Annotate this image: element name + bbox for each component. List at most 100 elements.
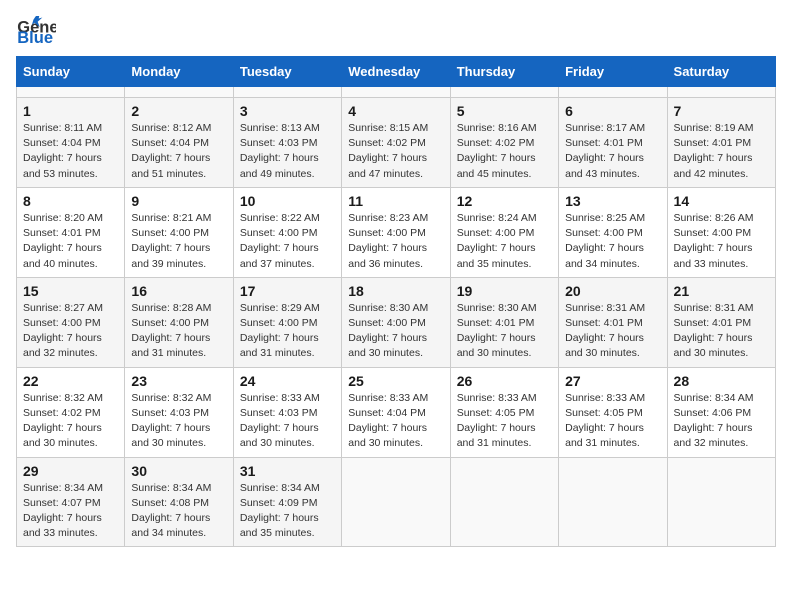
day-number: 1 (23, 103, 118, 119)
calendar-header-row: SundayMondayTuesdayWednesdayThursdayFrid… (17, 57, 776, 87)
column-header-friday: Friday (559, 57, 667, 87)
day-info: Sunrise: 8:30 AMSunset: 4:01 PMDaylight:… (457, 301, 552, 362)
calendar-cell: 23Sunrise: 8:32 AMSunset: 4:03 PMDayligh… (125, 367, 233, 457)
day-info: Sunrise: 8:32 AMSunset: 4:02 PMDaylight:… (23, 391, 118, 452)
calendar-week-row: 22 Sunrise: 8:32 AMSunset: 4:02 PMDayligh… (17, 367, 776, 457)
day-info: Sunrise: 8:30 AMSunset: 4:00 PMDaylight:… (348, 301, 443, 362)
calendar-cell (559, 457, 667, 547)
calendar-cell: 6Sunrise: 8:17 AMSunset: 4:01 PMDaylight… (559, 98, 667, 188)
calendar-cell: 24 Sunrise: 8:33 AMSunset: 4:03 PMDayligh… (233, 367, 341, 457)
day-number: 14 (674, 193, 769, 209)
calendar-cell: 22 Sunrise: 8:32 AMSunset: 4:02 PMDayligh… (17, 367, 125, 457)
day-number: 11 (348, 193, 443, 209)
day-info: Sunrise: 8:25 AMSunset: 4:00 PMDaylight:… (565, 211, 660, 272)
calendar-cell: 15Sunrise: 8:27 AMSunset: 4:00 PMDayligh… (17, 277, 125, 367)
calendar-cell: 30Sunrise: 8:34 AMSunset: 4:08 PMDayligh… (125, 457, 233, 547)
day-number: 25 (348, 373, 443, 389)
day-info: Sunrise: 8:15 AMSunset: 4:02 PMDaylight:… (348, 121, 443, 182)
calendar-cell: 4 Sunrise: 8:15 AMSunset: 4:02 PMDaylight… (342, 98, 450, 188)
calendar-cell (17, 87, 125, 98)
day-number: 22 (23, 373, 118, 389)
day-number: 17 (240, 283, 335, 299)
calendar-cell: 9 Sunrise: 8:21 AMSunset: 4:00 PMDaylight… (125, 187, 233, 277)
day-number: 16 (131, 283, 226, 299)
day-number: 27 (565, 373, 660, 389)
calendar-cell: 17 Sunrise: 8:29 AMSunset: 4:00 PMDayligh… (233, 277, 341, 367)
day-number: 9 (131, 193, 226, 209)
calendar-cell: 14Sunrise: 8:26 AMSunset: 4:00 PMDayligh… (667, 187, 775, 277)
day-info: Sunrise: 8:19 AMSunset: 4:01 PMDaylight:… (674, 121, 769, 182)
calendar-cell: 16 Sunrise: 8:28 AMSunset: 4:00 PMDayligh… (125, 277, 233, 367)
day-number: 13 (565, 193, 660, 209)
calendar-cell: 1 Sunrise: 8:11 AMSunset: 4:04 PMDaylight… (17, 98, 125, 188)
day-number: 31 (240, 463, 335, 479)
calendar-cell (667, 457, 775, 547)
column-header-sunday: Sunday (17, 57, 125, 87)
day-info: Sunrise: 8:32 AMSunset: 4:03 PMDaylight:… (131, 391, 226, 452)
column-header-saturday: Saturday (667, 57, 775, 87)
day-number: 29 (23, 463, 118, 479)
calendar-cell (450, 457, 558, 547)
day-info: Sunrise: 8:34 AMSunset: 4:09 PMDaylight:… (240, 481, 335, 542)
day-number: 4 (348, 103, 443, 119)
day-number: 6 (565, 103, 660, 119)
day-info: Sunrise: 8:28 AMSunset: 4:00 PMDaylight:… (131, 301, 226, 362)
day-info: Sunrise: 8:33 AMSunset: 4:04 PMDaylight:… (348, 391, 443, 452)
calendar-cell: 18 Sunrise: 8:30 AMSunset: 4:00 PMDayligh… (342, 277, 450, 367)
day-number: 30 (131, 463, 226, 479)
calendar-cell: 13 Sunrise: 8:25 AMSunset: 4:00 PMDayligh… (559, 187, 667, 277)
day-number: 12 (457, 193, 552, 209)
day-number: 3 (240, 103, 335, 119)
day-info: Sunrise: 8:21 AMSunset: 4:00 PMDaylight:… (131, 211, 226, 272)
day-info: Sunrise: 8:13 AMSunset: 4:03 PMDaylight:… (240, 121, 335, 182)
day-number: 8 (23, 193, 118, 209)
calendar-cell: 11 Sunrise: 8:23 AMSunset: 4:00 PMDayligh… (342, 187, 450, 277)
day-info: Sunrise: 8:33 AMSunset: 4:05 PMDaylight:… (457, 391, 552, 452)
day-info: Sunrise: 8:23 AMSunset: 4:00 PMDaylight:… (348, 211, 443, 272)
day-info: Sunrise: 8:29 AMSunset: 4:00 PMDaylight:… (240, 301, 335, 362)
calendar-week-row (17, 87, 776, 98)
day-number: 20 (565, 283, 660, 299)
day-number: 5 (457, 103, 552, 119)
day-number: 7 (674, 103, 769, 119)
calendar-cell: 5 Sunrise: 8:16 AMSunset: 4:02 PMDaylight… (450, 98, 558, 188)
calendar-cell (559, 87, 667, 98)
column-header-tuesday: Tuesday (233, 57, 341, 87)
day-info: Sunrise: 8:31 AMSunset: 4:01 PMDaylight:… (565, 301, 660, 362)
calendar-cell (342, 457, 450, 547)
calendar-cell: 27Sunrise: 8:33 AMSunset: 4:05 PMDayligh… (559, 367, 667, 457)
day-number: 10 (240, 193, 335, 209)
calendar-cell: 12 Sunrise: 8:24 AMSunset: 4:00 PMDayligh… (450, 187, 558, 277)
calendar-cell: 7 Sunrise: 8:19 AMSunset: 4:01 PMDaylight… (667, 98, 775, 188)
day-info: Sunrise: 8:11 AMSunset: 4:04 PMDaylight:… (23, 121, 118, 182)
day-info: Sunrise: 8:27 AMSunset: 4:00 PMDaylight:… (23, 301, 118, 362)
calendar-cell: 25 Sunrise: 8:33 AMSunset: 4:04 PMDayligh… (342, 367, 450, 457)
calendar-cell: 28Sunrise: 8:34 AMSunset: 4:06 PMDayligh… (667, 367, 775, 457)
day-number: 26 (457, 373, 552, 389)
calendar-cell: 3 Sunrise: 8:13 AMSunset: 4:03 PMDaylight… (233, 98, 341, 188)
day-info: Sunrise: 8:12 AMSunset: 4:04 PMDaylight:… (131, 121, 226, 182)
calendar-cell: 26 Sunrise: 8:33 AMSunset: 4:05 PMDayligh… (450, 367, 558, 457)
calendar-week-row: 29 Sunrise: 8:34 AMSunset: 4:07 PMDayligh… (17, 457, 776, 547)
calendar-cell (667, 87, 775, 98)
calendar-cell (125, 87, 233, 98)
day-number: 19 (457, 283, 552, 299)
day-info: Sunrise: 8:16 AMSunset: 4:02 PMDaylight:… (457, 121, 552, 182)
day-info: Sunrise: 8:31 AMSunset: 4:01 PMDaylight:… (674, 301, 769, 362)
calendar-cell: 20 Sunrise: 8:31 AMSunset: 4:01 PMDayligh… (559, 277, 667, 367)
day-info: Sunrise: 8:33 AMSunset: 4:03 PMDaylight:… (240, 391, 335, 452)
calendar-cell (450, 87, 558, 98)
day-info: Sunrise: 8:34 AMSunset: 4:07 PMDaylight:… (23, 481, 118, 542)
calendar-table: SundayMondayTuesdayWednesdayThursdayFrid… (16, 56, 776, 547)
day-info: Sunrise: 8:24 AMSunset: 4:00 PMDaylight:… (457, 211, 552, 272)
calendar-cell (233, 87, 341, 98)
day-number: 24 (240, 373, 335, 389)
day-number: 18 (348, 283, 443, 299)
column-header-wednesday: Wednesday (342, 57, 450, 87)
calendar-week-row: 1 Sunrise: 8:11 AMSunset: 4:04 PMDaylight… (17, 98, 776, 188)
day-number: 28 (674, 373, 769, 389)
calendar-cell: 8Sunrise: 8:20 AMSunset: 4:01 PMDaylight… (17, 187, 125, 277)
logo: General Blue (16, 16, 56, 46)
calendar-cell: 2Sunrise: 8:12 AMSunset: 4:04 PMDaylight… (125, 98, 233, 188)
calendar-cell (342, 87, 450, 98)
